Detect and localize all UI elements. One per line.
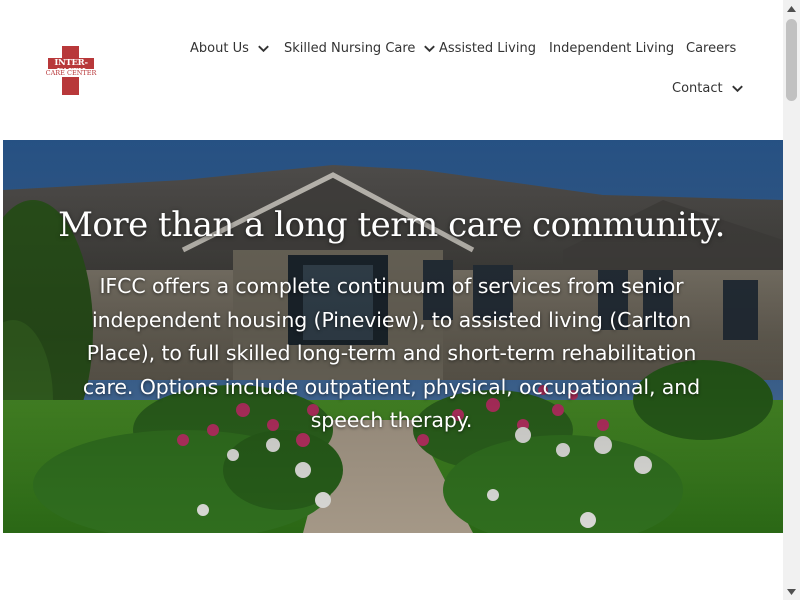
nav-item-label: About Us <box>190 41 249 56</box>
nav-item-label: Skilled Nursing Care <box>284 41 416 56</box>
hero-description: IFCC offers a complete continuum of serv… <box>82 274 701 432</box>
nav-item-label: Contact <box>672 81 723 96</box>
page: INTER-FAITH CARE CENTER About Us Skilled… <box>0 0 783 600</box>
nav-item-about-us[interactable]: About Us <box>190 41 271 56</box>
logo-line2: CARE CENTER <box>44 69 98 77</box>
site-header: INTER-FAITH CARE CENTER About Us Skilled… <box>0 0 783 140</box>
vertical-scrollbar[interactable] <box>783 0 800 600</box>
nav-item-independent-living[interactable]: Independent Living <box>549 41 674 56</box>
site-logo[interactable]: INTER-FAITH CARE CENTER <box>44 46 98 96</box>
hero-title: More than a long term care community. <box>58 205 725 245</box>
chevron-down-icon <box>256 41 271 56</box>
chevron-down-icon <box>730 81 745 96</box>
nav-item-label: Careers <box>686 41 737 56</box>
nav-item-careers[interactable]: Careers <box>686 41 736 56</box>
scroll-down-arrow-icon[interactable] <box>783 583 800 600</box>
nav-item-skilled-nursing-care[interactable]: Skilled Nursing Care <box>284 41 437 56</box>
nav-item-label: Assisted Living <box>439 41 536 56</box>
nav-item-contact[interactable]: Contact <box>672 81 745 96</box>
nav-item-assisted-living[interactable]: Assisted Living <box>439 41 536 56</box>
scroll-up-arrow-icon[interactable] <box>783 0 800 17</box>
nav-item-label: Independent Living <box>549 41 675 56</box>
chevron-down-icon <box>422 41 437 56</box>
scrollbar-thumb[interactable] <box>786 19 797 101</box>
